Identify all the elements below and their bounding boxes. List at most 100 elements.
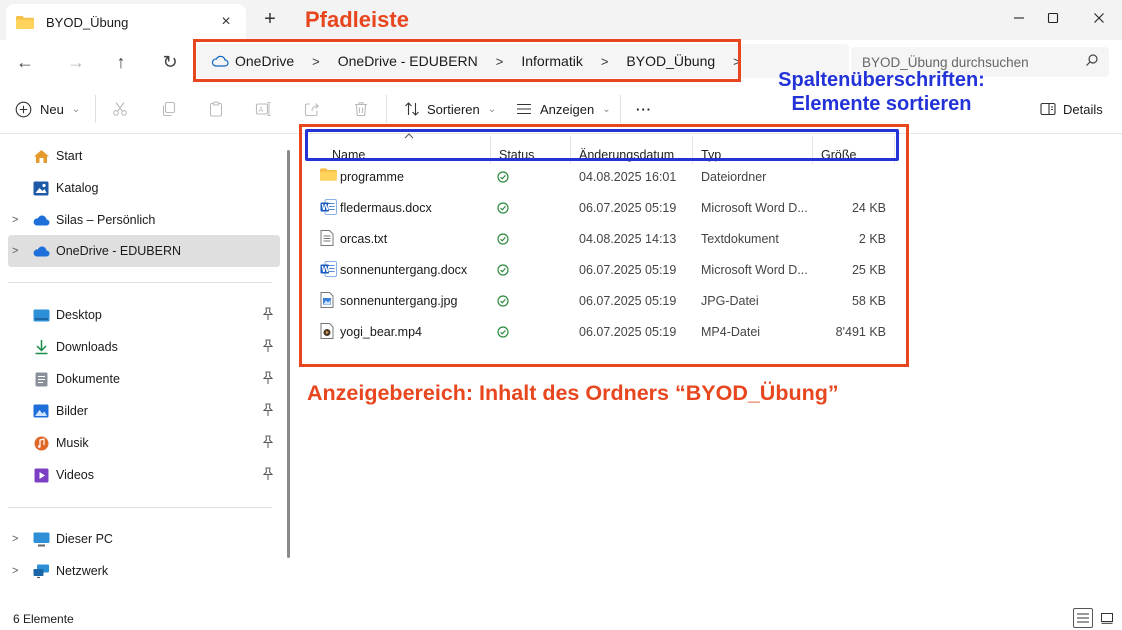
item-count: 6 Elemente — [13, 612, 74, 626]
toolbar-divider — [620, 95, 621, 123]
download-icon — [32, 339, 50, 355]
chevron-right-icon[interactable]: > — [8, 533, 28, 545]
view-label: Anzeigen — [540, 101, 595, 117]
home-icon — [32, 148, 50, 164]
chevron-right-icon[interactable]: > — [8, 245, 28, 257]
music-icon — [32, 435, 50, 451]
forward-button[interactable]: → — [61, 48, 91, 76]
toolbar-divider — [95, 95, 96, 123]
sidebar-item-silas-personal[interactable]: > Silas – Persönlich — [8, 204, 280, 236]
search-icon — [1086, 54, 1098, 66]
chevron-down-icon: ⌄ — [71, 103, 81, 115]
pin-icon[interactable] — [262, 371, 274, 385]
folder-icon — [16, 15, 34, 29]
pin-icon[interactable] — [262, 435, 274, 449]
sidebar-divider — [8, 507, 272, 508]
close-window-button[interactable] — [1076, 4, 1122, 32]
paste-button[interactable] — [208, 97, 224, 121]
sidebar-item-dieser-pc[interactable]: > Dieser PC — [8, 523, 280, 555]
sidebar-item-dokumente[interactable]: Dokumente — [8, 363, 280, 395]
tiles-view-button[interactable] — [1097, 608, 1117, 628]
new-label: Neu — [40, 101, 64, 117]
svg-text:A: A — [259, 106, 264, 114]
view-lines-icon — [517, 103, 531, 115]
share-icon — [304, 103, 320, 117]
chevron-right-icon[interactable]: > — [8, 214, 28, 226]
sidebar-item-bilder[interactable]: Bilder — [8, 395, 280, 427]
sidebar-item-label: OneDrive - EDUBERN — [56, 244, 182, 258]
minimize-icon — [1014, 17, 1024, 19]
sidebar-item-label: Desktop — [56, 308, 102, 322]
tiles-view-icon — [1101, 613, 1113, 624]
refresh-button[interactable]: ↻ — [155, 48, 185, 76]
sidebar-item-label: Katalog — [56, 181, 99, 195]
sort-arrows-icon — [405, 102, 419, 116]
new-button[interactable]: Neu ⌄ — [15, 97, 80, 121]
sidebar-item-desktop[interactable]: Desktop — [8, 299, 280, 331]
view-button[interactable]: Anzeigen ⌄ — [516, 97, 611, 121]
sidebar-item-label: Dieser PC — [56, 532, 113, 546]
annotation-path-bar: Pfadleiste — [305, 7, 409, 32]
sidebar-item-netzwerk[interactable]: > Netzwerk — [8, 555, 280, 587]
annotation-content-area: Anzeigebereich: Inhalt des Ordners “BYOD… — [307, 381, 839, 405]
tab-title: BYOD_Übung — [46, 14, 129, 30]
sidebar-item-label: Downloads — [56, 340, 118, 354]
column-headers-highlight — [305, 129, 899, 161]
tab-byod-uebung[interactable]: BYOD_Übung × — [6, 4, 246, 40]
new-tab-button[interactable]: + — [258, 8, 282, 31]
annotation-headers-line1: Spaltenüberschriften: — [778, 69, 985, 91]
plus-circle-icon — [15, 101, 32, 117]
sidebar-item-label: Videos — [56, 468, 94, 482]
pc-icon — [32, 531, 50, 547]
chevron-down-icon: ⌄ — [487, 103, 497, 115]
details-pane-icon — [1040, 102, 1056, 116]
maximize-button[interactable] — [1030, 4, 1076, 32]
path-bar-highlight — [193, 39, 741, 82]
pin-icon[interactable] — [262, 403, 274, 417]
more-options-button[interactable]: ··· — [636, 97, 652, 121]
clipboard-icon — [209, 101, 223, 117]
sidebar-item-onedrive-edubern[interactable]: > OneDrive - EDUBERN — [8, 235, 280, 267]
annotation-column-headers: Spaltenüberschriften: Elemente sortieren — [756, 68, 1007, 116]
up-button[interactable]: ↑ — [106, 48, 136, 76]
videos-icon — [32, 467, 50, 483]
sidebar-item-katalog[interactable]: Katalog — [8, 172, 280, 204]
maximize-icon — [1047, 12, 1059, 24]
sidebar-scrollbar[interactable] — [287, 150, 290, 558]
annotation-headers-line2: Elemente sortieren — [791, 93, 972, 115]
sidebar-item-start[interactable]: Start — [8, 140, 280, 172]
copy-button[interactable] — [161, 97, 177, 121]
pin-icon[interactable] — [262, 467, 274, 481]
status-bar: 6 Elemente — [0, 606, 1122, 630]
details-view-button[interactable] — [1073, 608, 1093, 628]
sidebar-item-label: Musik — [56, 436, 89, 450]
sidebar-item-downloads[interactable]: Downloads — [8, 331, 280, 363]
share-button[interactable] — [304, 97, 320, 121]
back-button[interactable]: ← — [10, 48, 40, 76]
sidebar-item-label: Bilder — [56, 404, 88, 418]
gallery-icon — [32, 180, 50, 196]
chevron-down-icon: ⌄ — [602, 103, 611, 115]
trash-icon — [355, 102, 367, 117]
chevron-right-icon[interactable]: > — [8, 565, 28, 577]
rename-button[interactable]: A — [255, 97, 272, 121]
pin-icon[interactable] — [262, 307, 274, 321]
sidebar-item-musik[interactable]: Musik — [8, 427, 280, 459]
pictures-icon — [32, 403, 50, 419]
sidebar-item-label: Netzwerk — [56, 564, 109, 578]
sidebar-item-label: Dokumente — [56, 372, 120, 386]
details-button[interactable]: Details — [1040, 97, 1103, 121]
close-tab-button[interactable]: × — [214, 13, 238, 31]
delete-button[interactable] — [353, 97, 369, 121]
navigation-pane: Start Katalog > Silas – Persönlich > One… — [0, 134, 290, 606]
toolbar-divider — [386, 95, 387, 123]
sort-button[interactable]: Sortieren ⌄ — [404, 97, 496, 121]
sidebar-item-label: Start — [56, 149, 83, 163]
sidebar-item-videos[interactable]: Videos — [8, 459, 280, 491]
cut-button[interactable] — [112, 97, 128, 121]
details-label: Details — [1063, 101, 1103, 117]
documents-icon — [32, 371, 50, 387]
sidebar-divider — [8, 282, 272, 283]
pin-icon[interactable] — [262, 339, 274, 353]
cloud-icon — [32, 212, 50, 228]
